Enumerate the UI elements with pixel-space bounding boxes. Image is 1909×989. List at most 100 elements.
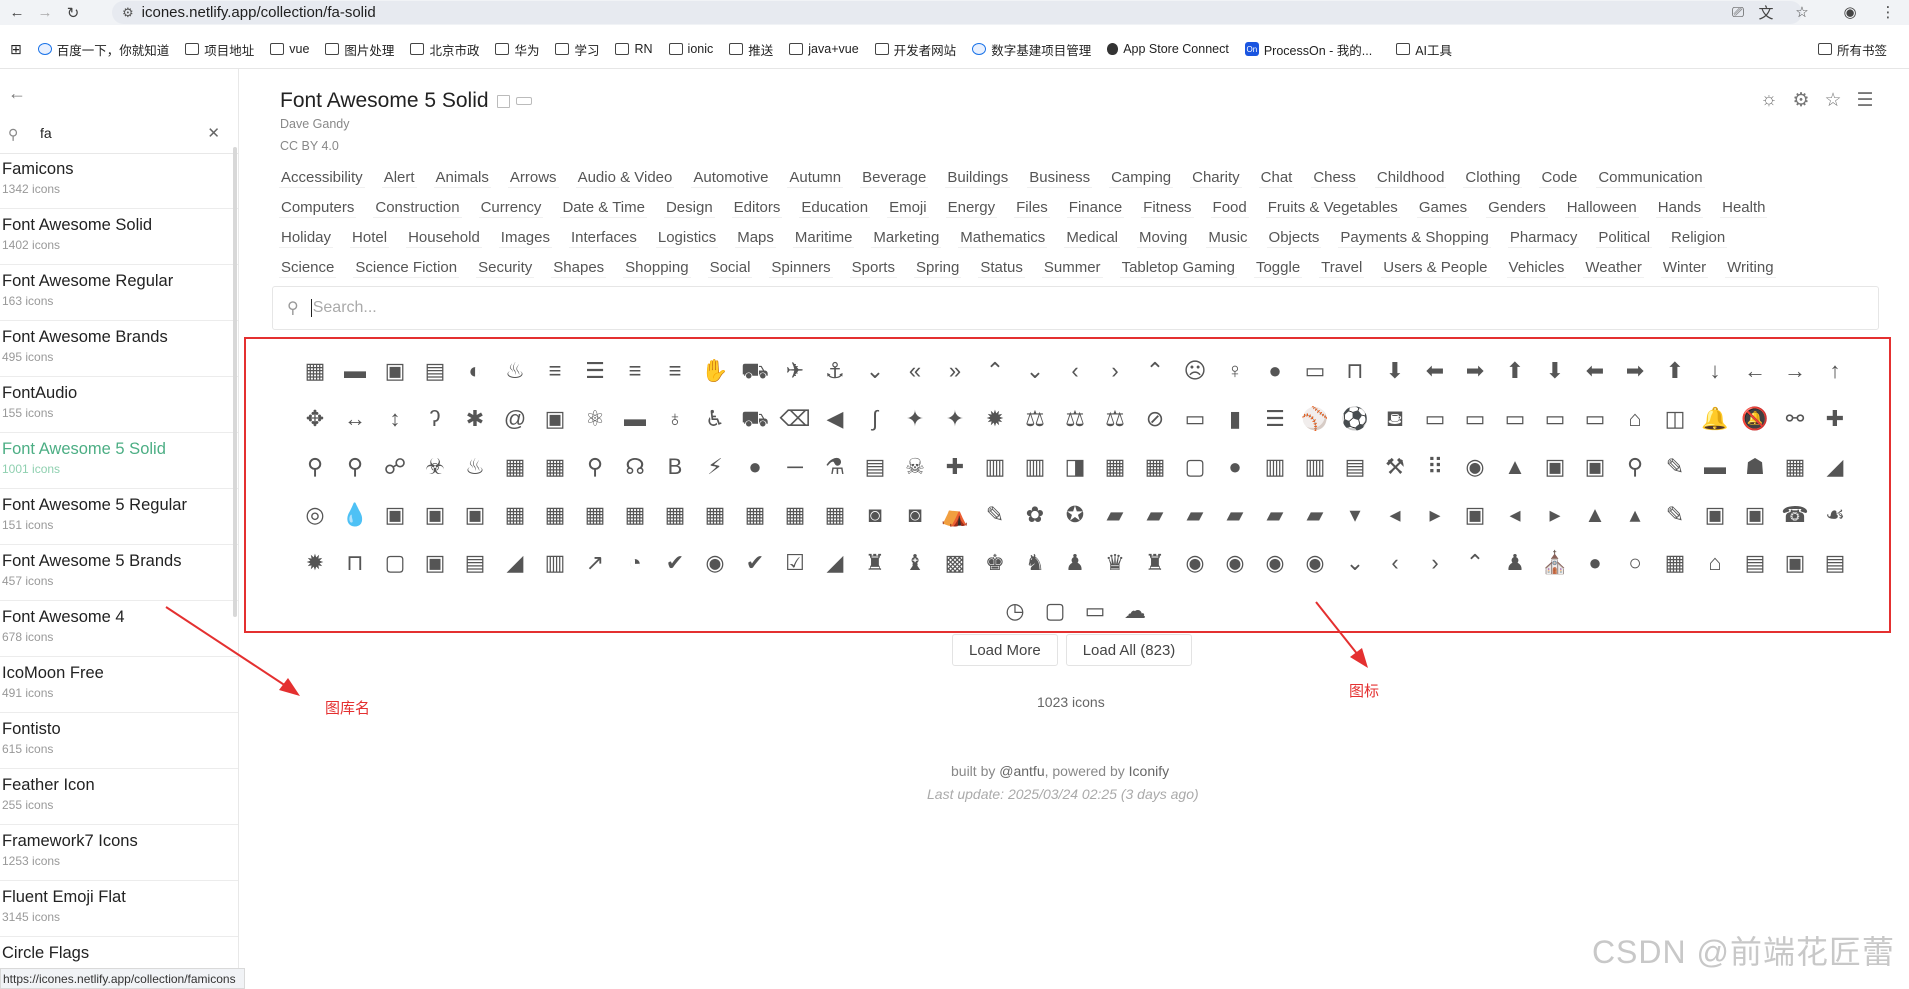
icon-tile[interactable]: ♟ <box>1055 539 1095 587</box>
collection-item[interactable]: Font Awesome Solid 1402 icons <box>0 209 238 265</box>
icon-tile[interactable]: ▥ <box>1255 443 1295 491</box>
category-chip[interactable]: Fitness <box>1141 198 1194 218</box>
icon-tile[interactable]: ⌃ <box>975 347 1015 395</box>
icon-tile[interactable]: ➡ <box>1615 347 1655 395</box>
category-chip[interactable]: Games <box>1416 198 1470 218</box>
category-chip[interactable]: Maps <box>735 228 776 248</box>
category-chip[interactable]: Security <box>476 258 535 278</box>
icon-tile[interactable]: ♜ <box>1135 539 1175 587</box>
menu-list-icon[interactable]: ☰ <box>1849 89 1881 112</box>
icon-tile[interactable]: ● <box>735 443 775 491</box>
icon-tile[interactable]: ● <box>1255 347 1295 395</box>
category-chip[interactable]: Communication <box>1596 168 1705 188</box>
category-chip[interactable]: Weather <box>1583 258 1644 278</box>
icon-tile[interactable]: 💧 <box>335 491 375 539</box>
category-chip[interactable]: Payments & Shopping <box>1338 228 1491 248</box>
category-chip[interactable]: Currency <box>478 198 544 218</box>
icon-tile[interactable]: ◨ <box>1055 443 1095 491</box>
icon-tile[interactable]: ▣ <box>1775 539 1815 587</box>
icon-tile[interactable]: ⚖ <box>1015 395 1055 443</box>
address-bar[interactable]: ⚙ icones.netlify.app/collection/fa-solid <box>112 1 1802 24</box>
icon-tile[interactable]: ▣ <box>1575 443 1615 491</box>
icon-tile[interactable]: ✹ <box>295 539 335 587</box>
icon-tile[interactable]: ▰ <box>1295 491 1335 539</box>
menu-kebab-icon[interactable]: ⋮ <box>1876 1 1900 23</box>
icon-tile[interactable]: ➡ <box>1455 347 1495 395</box>
category-chip[interactable]: Spinners <box>769 258 833 278</box>
category-chip[interactable]: Vehicles <box>1506 258 1567 278</box>
collection-author[interactable]: Dave Gandy <box>280 117 349 131</box>
icon-tile[interactable]: ◙ <box>895 491 935 539</box>
icon-tile[interactable]: ↑ <box>1815 347 1855 395</box>
category-chip[interactable]: Science <box>279 258 337 278</box>
category-chip[interactable]: Summer <box>1041 258 1103 278</box>
icon-tile[interactable]: ▦ <box>1095 443 1135 491</box>
icon-tile[interactable]: ▣ <box>415 539 455 587</box>
category-chip[interactable]: Logistics <box>655 228 719 248</box>
icon-tile[interactable]: ⌃ <box>1455 539 1495 587</box>
category-chip[interactable]: Political <box>1596 228 1653 248</box>
icon-tile[interactable]: ◔ <box>615 539 655 587</box>
category-chip[interactable]: Automotive <box>691 168 771 188</box>
icon-tile[interactable]: ▥ <box>1295 443 1335 491</box>
bookmark-folder[interactable]: java+vue <box>789 42 859 56</box>
category-chip[interactable]: Food <box>1210 198 1249 218</box>
icon-tile[interactable]: ‹ <box>1375 539 1415 587</box>
icon-tile[interactable]: ⚲ <box>575 443 615 491</box>
icon-tile[interactable]: ✱ <box>455 395 495 443</box>
external-link-icon[interactable] <box>496 94 510 108</box>
icon-tile[interactable]: ▦ <box>295 347 335 395</box>
icon-tile[interactable]: ▰ <box>1215 491 1255 539</box>
icon-tile[interactable]: ○ <box>1615 539 1655 587</box>
site-info-icon[interactable]: ⚙ <box>122 5 134 21</box>
icon-tile[interactable]: ⚲ <box>335 443 375 491</box>
bookmark-folder[interactable]: 开发者网站 <box>874 40 956 59</box>
icon-tile[interactable]: ⚖ <box>1055 395 1095 443</box>
category-chip[interactable]: Shapes <box>551 258 607 278</box>
icon-tile[interactable]: ⌃ <box>1135 347 1175 395</box>
category-chip[interactable]: Editors <box>731 198 783 218</box>
load-all-button[interactable]: Load All (823) <box>1065 634 1193 666</box>
bookmark-folder[interactable]: RN <box>615 42 653 56</box>
icon-tile[interactable]: ▬ <box>615 395 655 443</box>
icon-tile[interactable]: › <box>1415 539 1455 587</box>
icon-tile[interactable]: ▭ <box>1575 395 1615 443</box>
back-arrow-icon[interactable]: ← <box>8 83 26 104</box>
theme-sun-icon[interactable]: ☼ <box>1753 89 1785 112</box>
category-chip[interactable]: Shopping <box>623 258 691 278</box>
bookmark-folder[interactable]: vue <box>270 42 309 56</box>
collection-item[interactable]: Font Awesome 5 Brands 457 icons <box>0 545 238 601</box>
icon-tile[interactable]: ↓ <box>1695 347 1735 395</box>
icon-tile[interactable]: ♀ <box>1215 347 1255 395</box>
category-chip[interactable]: Code <box>1539 168 1580 188</box>
category-chip[interactable]: Animals <box>433 168 491 188</box>
icon-tile[interactable]: ⛟ <box>735 395 775 443</box>
category-chip[interactable]: Finance <box>1066 198 1125 218</box>
icon-tile[interactable]: ● <box>1215 443 1255 491</box>
icon-tile[interactable]: ▮ <box>1215 395 1255 443</box>
icon-tile[interactable]: ← <box>1735 347 1775 395</box>
icon-tile[interactable]: › <box>1095 347 1135 395</box>
icon-tile[interactable]: ♝ <box>895 539 935 587</box>
bookmark-star-icon[interactable]: ☆ <box>1790 1 1814 23</box>
bookmark-folder[interactable]: 学习 <box>555 40 599 59</box>
icon-tile[interactable]: ☍ <box>375 443 415 491</box>
icon-tile[interactable]: ✈ <box>775 347 815 395</box>
collection-item[interactable]: Font Awesome 5 Regular 151 icons <box>0 489 238 545</box>
collection-item-active[interactable]: Font Awesome 5 Solid 1001 icons <box>0 433 238 489</box>
settings-gear-icon[interactable]: ⚙ <box>1785 89 1817 112</box>
category-chip[interactable]: Tabletop Gaming <box>1119 258 1237 278</box>
collection-license[interactable]: CC BY 4.0 <box>280 139 339 153</box>
icon-tile[interactable]: ▭ <box>1495 395 1535 443</box>
icon-tile[interactable]: ↔ <box>335 395 375 443</box>
icon-tile[interactable]: ◉ <box>1295 539 1335 587</box>
bookmark-folder[interactable]: 华为 <box>495 40 539 59</box>
icon-tile[interactable]: ◉ <box>1215 539 1255 587</box>
icon-tile[interactable]: ʔ <box>415 395 455 443</box>
icon-tile[interactable]: ↗ <box>575 539 615 587</box>
icon-tile[interactable]: ☙ <box>1815 491 1855 539</box>
icon-tile[interactable]: ✚ <box>1815 395 1855 443</box>
icon-tile[interactable]: ▭ <box>1415 395 1455 443</box>
icon-tile[interactable]: ▣ <box>455 491 495 539</box>
icon-tile[interactable]: ✥ <box>295 395 335 443</box>
